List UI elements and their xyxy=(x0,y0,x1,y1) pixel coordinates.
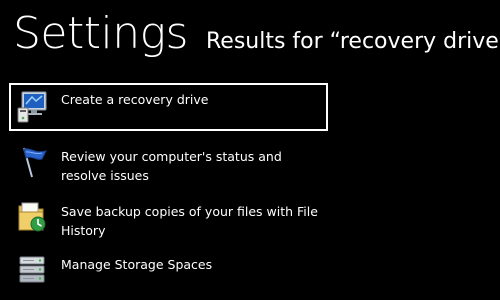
settings-search-header: Settings Results for “recovery drive” xyxy=(13,4,500,64)
result-label: Review your computer's status and resolv… xyxy=(61,149,282,183)
result-file-history[interactable]: Save backup copies of your files with Fi… xyxy=(9,196,328,246)
result-label: Manage Storage Spaces xyxy=(61,257,213,272)
result-create-recovery-drive[interactable]: Create a recovery drive xyxy=(9,83,328,131)
recovery-drive-icon xyxy=(16,90,50,124)
result-label: Save backup copies of your files with Fi… xyxy=(61,204,318,238)
file-history-icon xyxy=(16,200,50,234)
page-title: Settings xyxy=(13,8,188,59)
search-results-subtitle: Results for “recovery drive” xyxy=(206,29,500,54)
action-center-flag-icon xyxy=(16,145,50,179)
result-label: Create a recovery drive xyxy=(61,92,209,107)
result-manage-storage-spaces[interactable]: Manage Storage Spaces xyxy=(9,249,328,289)
result-review-computer-status[interactable]: Review your computer's status and resolv… xyxy=(9,141,328,191)
storage-spaces-icon xyxy=(16,253,50,287)
